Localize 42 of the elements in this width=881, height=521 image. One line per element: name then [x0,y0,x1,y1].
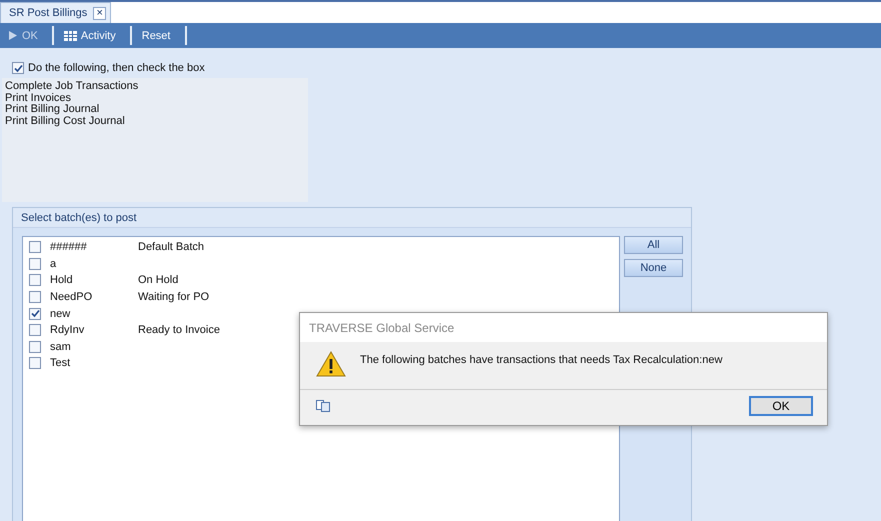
batch-id: NeedPO [50,291,94,304]
batch-description: On Hold [138,274,178,286]
checkbox[interactable] [29,357,41,370]
dialog-title: TRAVERSE Global Service [300,313,827,342]
checkbox[interactable] [29,291,41,304]
checkbox[interactable] [29,308,41,320]
group-title: Select batch(es) to post [13,208,691,228]
checkbox[interactable] [29,241,41,254]
dialog-message: The following batches have transactions that needs Tax Recalculation:new [360,354,722,366]
play-icon [8,30,18,41]
checkbox-label: Do the following, then check the box [28,62,205,74]
ok-button[interactable]: OK [749,396,813,416]
checkbox[interactable] [29,324,41,336]
tab-label: SR Post Billings [9,7,88,19]
copy-icon[interactable] [316,400,330,412]
toolbar-button[interactable]: Activity [60,23,130,48]
select-button[interactable]: None [624,259,683,277]
instruction-step: Complete Job Transactions [5,81,308,92]
checkbox[interactable] [29,340,41,353]
warning-icon [316,351,346,377]
batch-id: ###### [50,241,88,254]
toolbar-button[interactable]: Reset [138,23,184,48]
batch-description: Ready to Invoice [138,324,220,336]
document-tab[interactable]: SR Post Billings × [0,2,112,23]
batch-description: Waiting for PO [138,291,210,304]
instruction-step: Print Billing Journal [5,104,308,116]
instruction-step: Print Invoices [5,92,308,104]
batch-id: Hold [50,274,74,286]
batch-id: sam [50,340,72,353]
checkbox[interactable] [29,274,41,286]
batch-id: new [50,308,72,320]
instructions-checkbox[interactable]: Do the following, then check the box [12,62,881,74]
select-button[interactable]: All [624,236,683,254]
batch-id: RdyInv [50,324,86,336]
tab-close-button[interactable]: × [93,6,106,20]
instruction-step: Print Billing Cost Journal [5,116,308,127]
checkbox[interactable] [12,62,24,74]
batch-id: a [50,258,58,270]
checkbox[interactable] [29,258,41,270]
batch-id: Test [50,357,72,370]
grid-icon [64,30,77,40]
batch-description: Default Batch [138,241,204,254]
